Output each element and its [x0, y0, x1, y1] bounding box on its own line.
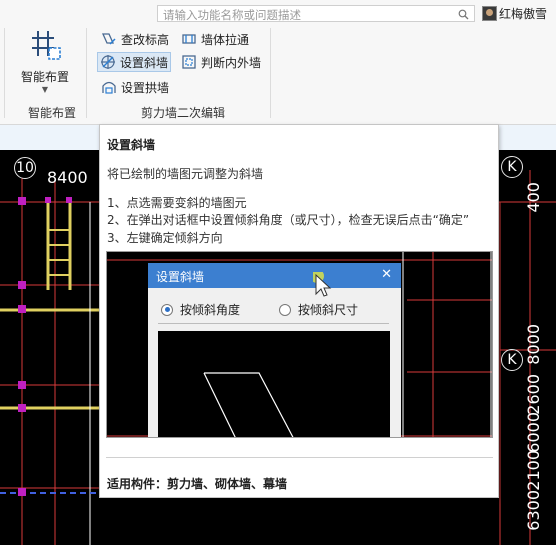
tooltip-step: 1、点选需要变斜的墙图元	[107, 196, 247, 210]
search-placeholder: 请输入功能名称或问题描述	[163, 8, 301, 22]
tooltip-divider	[106, 457, 493, 458]
user-name: 红梅傲雪	[499, 6, 548, 21]
wall-extend-icon	[182, 34, 196, 44]
inclined-wall-label: 设置斜墙	[120, 55, 169, 70]
help-tooltip: 设置斜墙 将已绘制的墙图元调整为斜墙 1、点选需要变斜的墙图元 2、在弹出对话框…	[99, 124, 499, 498]
tooltip-title: 设置斜墙	[107, 138, 156, 152]
dimension-label: 400	[524, 182, 543, 213]
radio-by-angle-label: 按倾斜角度	[180, 303, 241, 317]
radio-selected-icon	[161, 303, 173, 316]
inclined-wall-icon	[101, 55, 115, 69]
edit-elevation-button[interactable]: 查改标高	[99, 29, 171, 49]
preview-dialog: 设置斜墙 ✕ 按倾斜角度 按倾斜尺寸	[148, 263, 401, 437]
arch-wall-label: 设置拱墙	[121, 80, 170, 95]
edit-elevation-label: 查改标高	[121, 32, 170, 47]
radio-by-angle: 按倾斜角度	[161, 301, 240, 318]
inclined-wall-diagram	[203, 372, 294, 437]
tooltip-step: 3、左键确定倾斜方向	[107, 231, 223, 245]
ribbon-divider	[270, 28, 271, 118]
arch-wall-button[interactable]: 设置拱墙	[99, 77, 171, 97]
mouse-cursor-icon	[313, 272, 332, 297]
tooltip-description: 将已绘制的墙图元调整为斜墙	[107, 167, 264, 181]
tooltip-preview-image: 设置斜墙 ✕ 按倾斜角度 按倾斜尺寸	[106, 251, 493, 438]
radio-unselected-icon	[279, 303, 291, 316]
inner-outer-wall-button[interactable]: 判断内外墙	[179, 52, 263, 72]
inner-outer-wall-icon	[182, 55, 196, 69]
search-icon[interactable]	[458, 9, 469, 20]
edit-elevation-icon	[101, 33, 116, 45]
dimension-label: 2600	[524, 374, 543, 415]
smart-layout-button[interactable]: 智能布置 ▼	[20, 28, 70, 94]
tooltip-step: 2、在弹出对话框中设置倾斜角度（或尺寸），检查无误后点击“确定”	[107, 213, 470, 227]
ribbon-divider	[86, 28, 87, 118]
user-account[interactable]: 红梅傲雪	[482, 4, 547, 22]
radio-by-size: 按倾斜尺寸	[279, 301, 358, 318]
dimension-label: 6300	[524, 490, 543, 531]
inner-outer-wall-label: 判断内外墙	[201, 55, 262, 70]
dimension-label: 8000	[524, 324, 543, 365]
wall-extend-button[interactable]: 墙体拉通	[179, 29, 251, 49]
preview-dialog-header: 设置斜墙 ✕	[148, 263, 401, 288]
smart-layout-icon	[32, 31, 61, 60]
avatar	[482, 5, 497, 21]
dimension-label: 8400	[47, 168, 88, 187]
radio-by-size-label: 按倾斜尺寸	[298, 303, 359, 317]
close-icon: ✕	[381, 267, 392, 282]
group-label-smart-layout: 智能布置	[28, 106, 77, 120]
smart-layout-label: 智能布置	[20, 70, 69, 84]
axis-marker: 10	[14, 157, 36, 179]
arch-wall-icon	[102, 81, 116, 94]
ribbon-divider	[4, 28, 5, 118]
group-label-shear-wall-edit: 剪力墙二次编辑	[141, 106, 226, 120]
tooltip-applicable-components: 适用构件：剪力墙、砌体墙、幕墙	[107, 477, 288, 491]
ribbon-toolbar: 请输入功能名称或问题描述 红梅傲雪 智能布置 ▼ 智能布置 查改标高 墙体拉通 …	[0, 0, 556, 125]
chevron-down-icon: ▼	[41, 85, 49, 94]
wall-extend-label: 墙体拉通	[201, 32, 250, 47]
preview-dialog-title: 设置斜墙	[156, 270, 205, 284]
preview-dialog-canvas	[158, 331, 390, 437]
dimension-label: 6000	[524, 412, 543, 453]
preview-dialog-divider	[158, 323, 389, 324]
inclined-wall-button[interactable]: 设置斜墙	[97, 52, 172, 72]
axis-marker: K	[501, 156, 523, 178]
axis-marker: K	[501, 349, 523, 371]
search-box[interactable]: 请输入功能名称或问题描述	[157, 5, 475, 22]
dimension-label: 2100	[524, 450, 543, 491]
